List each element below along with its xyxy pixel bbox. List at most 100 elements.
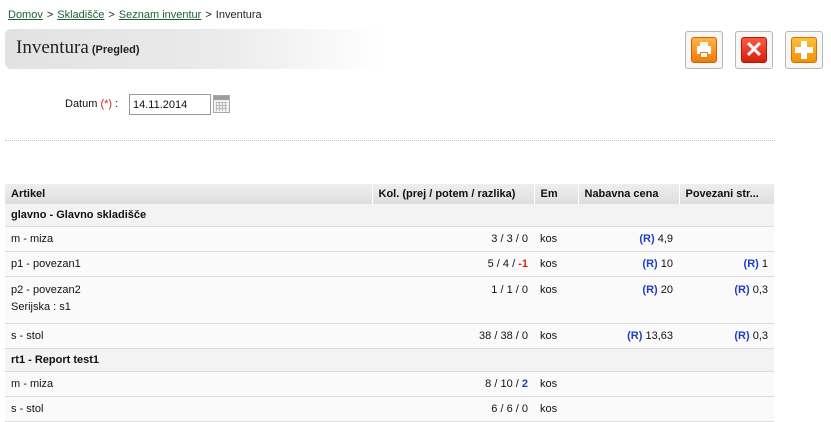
cell-purchase-price	[578, 371, 679, 397]
group-name: glavno - Glavno skladišče	[5, 204, 774, 227]
article-name: p1 - povezan1	[11, 258, 81, 270]
calendar-icon[interactable]	[213, 95, 230, 113]
cell-quantity: 8 / 10 / 2	[372, 371, 534, 397]
inventory-table: Artikel Kol. (prej / potem / razlika) Em…	[5, 184, 775, 422]
cell-purchase-price: (R) 13,63	[578, 323, 679, 349]
required-mark: (*)	[100, 98, 113, 110]
qty-after: 10	[500, 378, 513, 390]
breadcrumb-separator: >	[46, 9, 54, 21]
qty-before: 3	[491, 233, 498, 245]
qty-difference: 0	[521, 284, 528, 296]
page-subtitle: (Pregled)	[91, 44, 140, 56]
article-name: p2 - povezan2	[11, 284, 81, 296]
cell-article: p2 - povezan2 Serijska : s1	[5, 276, 372, 324]
qty-after: 6	[506, 403, 513, 415]
breadcrumb-separator: >	[108, 9, 115, 21]
cell-purchase-price: (R) 10	[578, 251, 679, 277]
page-title: Inventura (Pregled)	[16, 37, 140, 59]
cell-unit: kos	[534, 396, 578, 422]
price-tag: (R)	[627, 330, 643, 342]
article-name: m - miza	[11, 378, 54, 390]
cell-purchase-price: (R) 20	[578, 276, 679, 324]
linked-cost: 0,3	[752, 284, 768, 296]
price-tag: (R)	[639, 233, 655, 245]
column-header-article[interactable]: Artikel	[5, 184, 373, 204]
close-icon: ✕	[741, 37, 767, 63]
cell-unit: kos	[534, 251, 578, 277]
cell-linked-costs	[679, 371, 774, 397]
linked-tag: (R)	[734, 330, 750, 342]
qty-after: 3	[506, 233, 513, 245]
breadcrumb-link-warehouse[interactable]: Skladišče	[57, 9, 104, 21]
table-row: s - stol 6 / 6 / 0 kos	[5, 396, 774, 422]
table-group-row: rt1 - Report test1	[5, 348, 774, 372]
cell-linked-costs	[679, 226, 774, 252]
cell-article: m - miza	[5, 226, 372, 252]
purchase-price: 4,9	[657, 233, 673, 245]
qty-before: 6	[491, 403, 498, 415]
cell-unit: kos	[534, 276, 578, 324]
add-button[interactable]	[785, 31, 823, 69]
article-name: s - stol	[11, 330, 44, 342]
date-label: Datum (*) :	[65, 98, 119, 110]
cell-article: p1 - povezan1	[5, 251, 372, 277]
table-row: m - miza 8 / 10 / 2 kos	[5, 371, 774, 397]
qty-difference: 2	[521, 378, 528, 390]
qty-before: 38	[479, 330, 492, 342]
column-header-linked-costs[interactable]: Povezani str...	[679, 184, 775, 204]
page-title-text: Inventura	[16, 37, 89, 58]
cell-quantity: 6 / 6 / 0	[372, 396, 534, 422]
qty-before: 8	[485, 378, 492, 390]
qty-after: 1	[506, 284, 513, 296]
purchase-price: 20	[660, 284, 673, 296]
cell-purchase-price	[578, 396, 679, 422]
table-row: s - stol 38 / 38 / 0 kos (R) 13,63 (R) 0…	[5, 323, 774, 349]
qty-difference: 0	[521, 403, 528, 415]
cell-article: s - stol	[5, 323, 372, 349]
group-name: rt1 - Report test1	[5, 348, 774, 372]
breadcrumb-link-home[interactable]: Domov	[8, 9, 43, 21]
cell-linked-costs: (R) 0,3	[679, 323, 774, 349]
cell-unit: kos	[534, 226, 578, 252]
qty-after: 4	[502, 258, 510, 270]
printer-icon	[691, 37, 717, 63]
cell-quantity: 5 / 4 / -1	[372, 251, 534, 277]
linked-cost: 1	[761, 258, 768, 270]
table-row: p2 - povezan2 Serijska : s1 1 / 1 / 0 kos…	[5, 276, 774, 324]
close-button[interactable]: ✕	[735, 31, 773, 69]
cell-unit: kos	[534, 371, 578, 397]
qty-before: 1	[491, 284, 498, 296]
page-title-bar: Inventura (Pregled)	[5, 29, 383, 69]
column-header-quantity[interactable]: Kol. (prej / potem / razlika)	[372, 184, 535, 204]
cell-linked-costs: (R) 0,3	[679, 276, 774, 324]
table-body: glavno - Glavno skladišče m - miza 3 / 3…	[5, 204, 774, 422]
price-tag: (R)	[642, 258, 658, 270]
linked-cost: 0,3	[752, 330, 768, 342]
breadcrumb-current: Inventura	[215, 9, 262, 21]
date-input[interactable]	[129, 94, 211, 115]
linked-tag: (R)	[734, 284, 750, 296]
cell-unit: kos	[534, 323, 578, 349]
table-row: m - miza 3 / 3 / 0 kos (R) 4,9	[5, 226, 774, 252]
divider	[5, 140, 775, 141]
print-button[interactable]	[685, 31, 723, 69]
breadcrumb-link-inventory-list[interactable]: Seznam inventur	[119, 9, 202, 21]
purchase-price: 10	[660, 258, 673, 270]
article-name: m - miza	[11, 233, 54, 245]
cell-article: s - stol	[5, 396, 372, 422]
cell-quantity: 3 / 3 / 0	[372, 226, 534, 252]
table-row: p1 - povezan1 5 / 4 / -1 kos (R) 10 (R) …	[5, 251, 774, 277]
qty-after: 38	[500, 330, 513, 342]
table-group-row: glavno - Glavno skladišče	[5, 204, 774, 227]
column-header-unit[interactable]: Em	[534, 184, 579, 204]
cell-article: m - miza	[5, 371, 372, 397]
column-header-purchase-price[interactable]: Nabavna cena	[578, 184, 680, 204]
breadcrumb: Domov > Skladišče > Seznam inventur > Inventur…	[8, 9, 262, 21]
qty-difference: 0	[521, 233, 528, 245]
cell-linked-costs: (R) 1	[679, 251, 774, 277]
cell-purchase-price: (R) 4,9	[578, 226, 679, 252]
breadcrumb-separator: >	[205, 9, 212, 21]
cell-quantity: 1 / 1 / 0	[372, 276, 534, 324]
cell-linked-costs	[679, 396, 774, 422]
article-name: s - stol	[11, 403, 44, 415]
